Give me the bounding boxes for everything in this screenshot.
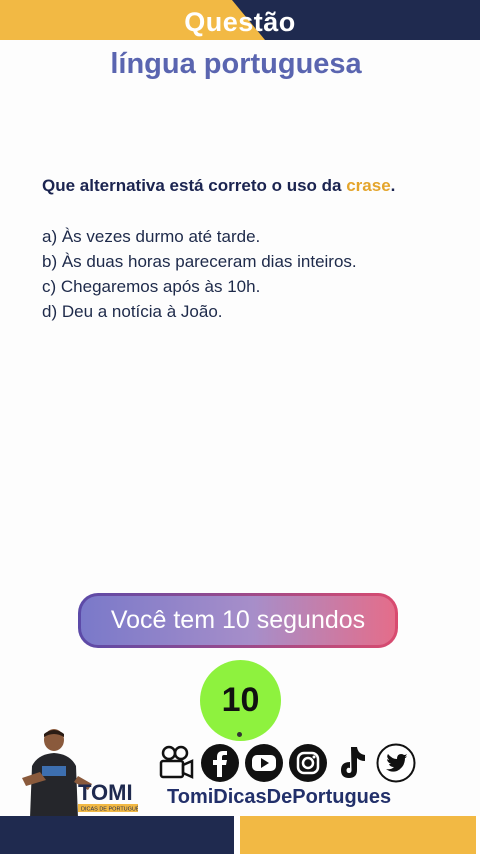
instagram-icon[interactable] (288, 743, 328, 783)
subject-title: língua portuguesa (110, 48, 362, 80)
video-camera-icon[interactable] (156, 743, 196, 783)
countdown-circle: 10 (200, 660, 281, 741)
youtube-icon[interactable] (244, 743, 284, 783)
option-b: b) Às duas horas pareceram dias inteiros… (42, 252, 357, 271)
timer-message: Você tem 10 segundos (81, 596, 395, 645)
presenter-logo: TOMI DICAS DE PORTUGUÊS (22, 729, 138, 818)
page-title: Questão (184, 7, 296, 37)
question-suffix: . (390, 176, 396, 195)
bottom-banner (0, 816, 480, 854)
social-handle: TomiDicasDePortugues (167, 786, 392, 808)
option-c: c) Chegaremos após às 10h. (42, 277, 261, 296)
facebook-icon[interactable] (200, 743, 240, 783)
bottom-banner-gold (240, 816, 476, 854)
option-d: d) Deu a notícia à João. (42, 302, 223, 321)
social-icons (156, 742, 416, 784)
countdown-dot (237, 732, 242, 737)
svg-text:DICAS DE PORTUGUÊS: DICAS DE PORTUGUÊS (81, 805, 138, 813)
countdown-number: 10 (221, 681, 260, 719)
question-text: Que alternativa está correto o uso da cr… (42, 176, 462, 196)
question-prefix: Que alternativa está correto o uso da (42, 176, 347, 195)
bottom-banner-navy (0, 816, 234, 854)
twitter-icon[interactable] (376, 743, 416, 783)
tiktok-icon[interactable] (332, 743, 372, 783)
question-highlight: crase (346, 176, 391, 195)
options-list: a) Às vezes durmo até tarde. b) Às duas … (42, 226, 462, 326)
option-a: a) Às vezes durmo até tarde. (42, 227, 261, 246)
svg-text:TOMI: TOMI (78, 780, 133, 805)
timer-message-box: Você tem 10 segundos (78, 593, 398, 648)
